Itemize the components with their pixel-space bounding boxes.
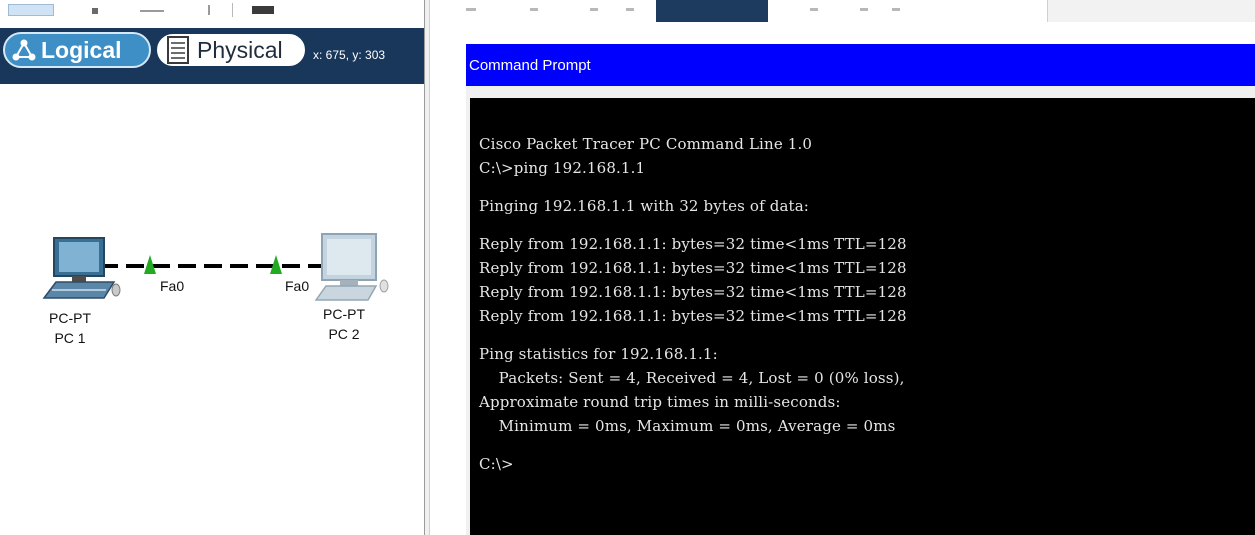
physical-mode-label: Physical	[197, 36, 283, 63]
cursor-coordinates: x: 675, y: 303	[313, 48, 386, 62]
workspace-toolbar	[0, 0, 424, 28]
terminal-line: Reply from 192.168.1.1: bytes=32 time<1m…	[479, 283, 907, 301]
physical-mode-button[interactable]: Physical	[155, 32, 307, 68]
terminal-line: Cisco Packet Tracer PC Command Line 1.0	[479, 135, 813, 153]
side-panel-edge	[1047, 0, 1255, 22]
terminal-line: Ping statistics for 192.168.1.1:	[479, 345, 718, 363]
command-prompt-title-bar[interactable]: Command Prompt	[466, 44, 1255, 86]
command-prompt-title: Command Prompt	[469, 57, 591, 74]
pc2-model-label: PC-PT	[323, 306, 365, 322]
tab-marker	[860, 8, 868, 11]
logical-mode-button[interactable]: Logical	[3, 32, 151, 68]
terminal-line: C:\>	[479, 455, 514, 473]
pc1-port-label: Fa0	[160, 278, 185, 294]
terminal-line: Pinging 192.168.1.1 with 32 bytes of dat…	[479, 197, 810, 215]
config-tab-strip	[430, 0, 1255, 22]
pc2-computer-icon[interactable]	[312, 232, 394, 304]
logical-topology-icon	[12, 39, 36, 61]
tab-marker	[466, 8, 476, 11]
toolbar-divider	[232, 3, 233, 17]
terminal-line: Approximate round trip times in milli-se…	[479, 393, 841, 411]
pc1-computer-icon[interactable]	[42, 236, 124, 306]
terminal-line: Packets: Sent = 4, Received = 4, Lost = …	[479, 369, 905, 387]
tab-marker	[810, 8, 818, 11]
tab-marker	[590, 8, 598, 11]
workspace-mode-bar: Logical Physical x: 675, y: 303	[0, 28, 424, 84]
terminal-line: C:\>ping 192.168.1.1	[479, 159, 646, 177]
toolbar-icon[interactable]	[92, 8, 98, 14]
pc2-name-label: PC 2	[328, 326, 360, 342]
toolbar-icon[interactable]	[208, 5, 210, 15]
active-desktop-tab[interactable]	[656, 0, 768, 22]
toolbar-icon[interactable]	[8, 4, 54, 16]
tab-marker	[626, 8, 634, 11]
terminal-line: Reply from 192.168.1.1: bytes=32 time<1m…	[479, 259, 907, 277]
pc1-model-label: PC-PT	[49, 310, 91, 326]
terminal-output[interactable]: Cisco Packet Tracer PC Command Line 1.0 C…	[470, 98, 1255, 535]
logical-mode-label: Logical	[41, 36, 122, 63]
toolbar-icon[interactable]	[140, 10, 164, 12]
terminal-line: Minimum = 0ms, Maximum = 0ms, Average = …	[479, 417, 896, 435]
topology-workspace[interactable]: Logical Physical x: 675, y: 303 PC-PT PC…	[0, 0, 424, 535]
tab-marker	[530, 8, 538, 11]
pc2-port-label: Fa0	[285, 278, 310, 294]
terminal-line: Reply from 192.168.1.1: bytes=32 time<1m…	[479, 307, 907, 325]
device-config-window: Command Prompt Cisco Packet Tracer PC Co…	[430, 0, 1255, 535]
toolbar-icon[interactable]	[252, 6, 274, 14]
terminal-line: Reply from 192.168.1.1: bytes=32 time<1m…	[479, 235, 907, 253]
tab-marker	[892, 8, 900, 11]
physical-rack-icon	[167, 36, 189, 64]
pc1-name-label: PC 1	[54, 330, 86, 346]
